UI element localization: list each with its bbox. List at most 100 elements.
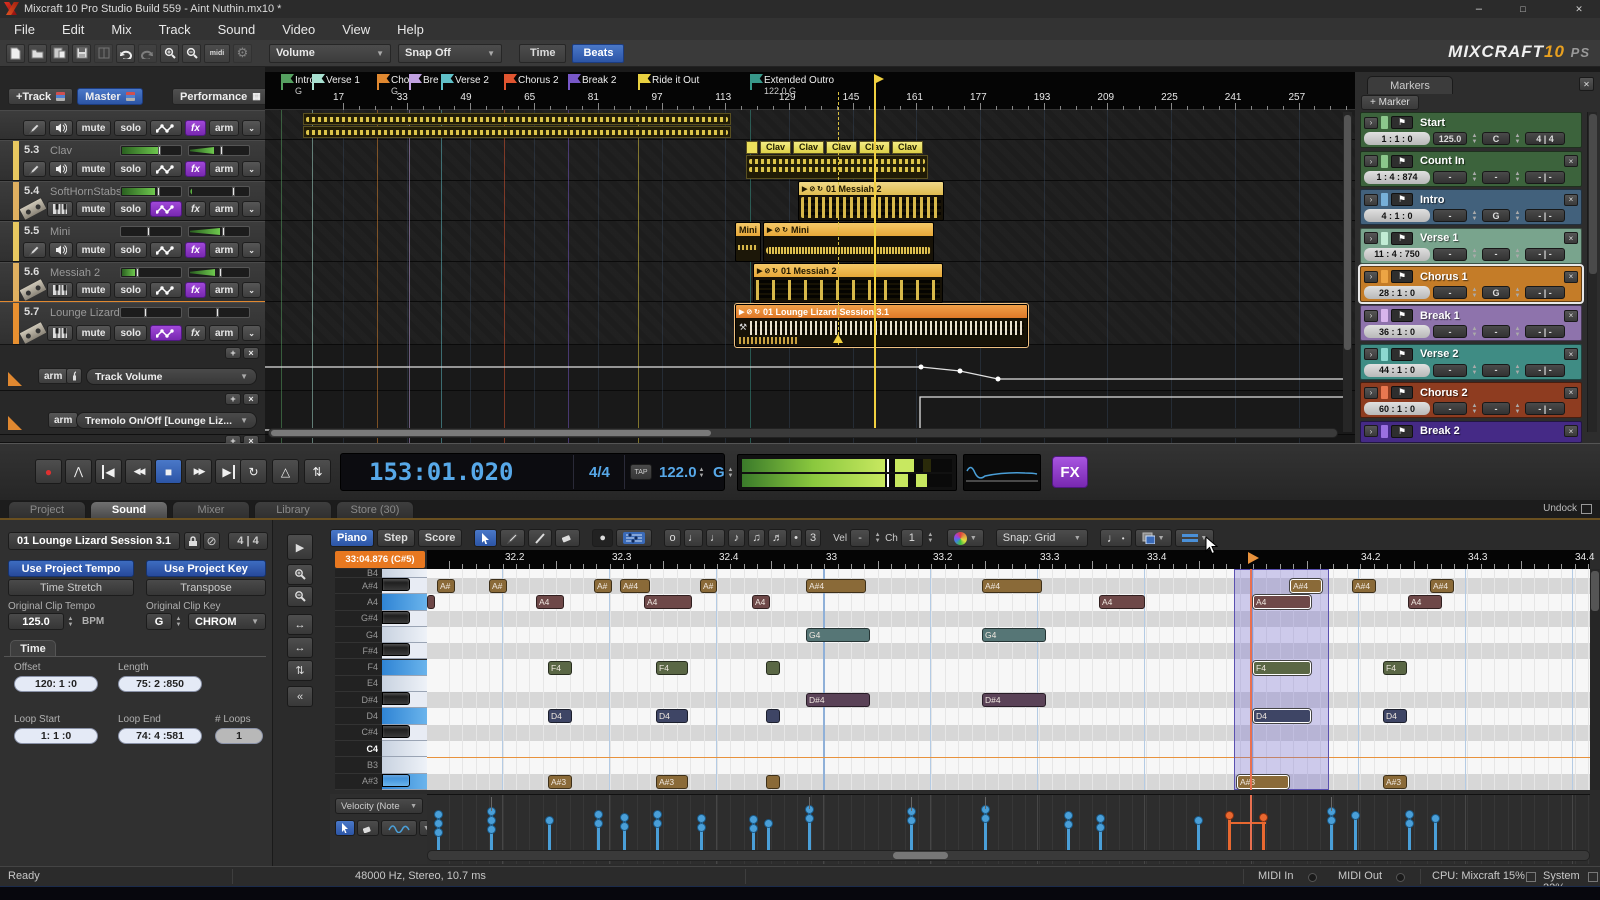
piano-key-C4[interactable]	[382, 741, 427, 757]
marker-tempo[interactable]: -	[1433, 171, 1467, 184]
midi-note-D#4[interactable]: D#4	[982, 693, 1046, 707]
arrange-h-scrollbar[interactable]	[268, 428, 1338, 438]
undock-button[interactable]: Undock	[1543, 503, 1592, 514]
tab-store30[interactable]: Store (30)	[336, 501, 414, 518]
speaker-icon[interactable]	[49, 161, 73, 177]
fx-button[interactable]: fx	[185, 161, 206, 177]
mute-button[interactable]: mute	[76, 120, 112, 136]
menu-video[interactable]: Video	[282, 22, 315, 37]
master-fx-button[interactable]: FX	[1052, 456, 1088, 488]
velocity-eraser-tool[interactable]	[357, 820, 379, 836]
midi-note-A#4[interactable]: A#4	[1430, 579, 1454, 593]
lane-add-icon[interactable]: +	[225, 393, 241, 405]
beats-mode-button[interactable]: Beats	[572, 44, 624, 63]
midi-note-A#4[interactable]: A#4	[620, 579, 650, 593]
midi-note-F4[interactable]: F4	[1253, 661, 1311, 675]
menu-file[interactable]: File	[14, 22, 35, 37]
use-project-tempo-button[interactable]: Use Project Tempo	[8, 560, 134, 577]
marker-key[interactable]: -	[1482, 248, 1510, 261]
marker-close-icon[interactable]: ×	[1564, 232, 1578, 244]
menu-sound[interactable]: Sound	[218, 22, 256, 37]
piano-key-G4[interactable]	[382, 627, 427, 643]
metronome-button[interactable]: △	[272, 459, 299, 484]
loop-start-field[interactable]: 1: 1 :0	[14, 728, 98, 744]
midi-note-A#[interactable]: A#	[700, 579, 717, 593]
marker-row-chorus-1[interactable]: ›⚑Chorus 1×28 : 1 : 0-▲▼G▲▼- | -	[1360, 266, 1582, 302]
close-button[interactable]: ✕	[1572, 3, 1586, 15]
mute-button[interactable]: mute	[76, 242, 112, 258]
time-signature[interactable]: 4/4	[589, 464, 610, 481]
rewind-button[interactable]: ◀◀	[125, 459, 152, 484]
arm-button[interactable]: arm	[209, 325, 239, 341]
marker-expand-icon[interactable]: ›	[1364, 232, 1378, 244]
length-field[interactable]: 75: 2 :850	[118, 676, 202, 692]
markers-tab[interactable]: Markers	[1367, 76, 1453, 94]
markers-close-icon[interactable]: ✕	[1579, 77, 1594, 91]
mute-clip-icon[interactable]: ⊘	[203, 532, 220, 550]
marker-close-icon[interactable]: ×	[1564, 425, 1578, 437]
menu-edit[interactable]: Edit	[62, 22, 84, 37]
piano-key-F4[interactable]	[382, 660, 427, 676]
clip-01-messiah-2[interactable]: ▶ ⊘ ↻01 Messiah 2	[753, 263, 943, 303]
velocity-curve-tool[interactable]	[381, 820, 417, 836]
midi-note-A4[interactable]: A4	[536, 595, 564, 609]
pr-note-dot-icon[interactable]: ●	[592, 529, 613, 547]
clip-mini[interactable]: ▶ ⊘ ↻Mini	[763, 222, 934, 262]
track-volume-slider[interactable]	[120, 145, 182, 156]
track-row-partial[interactable]: mutesolofxarm⌄	[0, 110, 265, 140]
menu-help[interactable]: Help	[397, 22, 424, 37]
pr-duration-5[interactable]: ♬	[768, 529, 787, 547]
pr-drum-grid-icon[interactable]	[616, 529, 652, 547]
redo-icon[interactable]	[138, 44, 157, 63]
loop-end-field[interactable]: 74: 4 :581	[118, 728, 202, 744]
arm-button[interactable]: arm	[209, 282, 239, 298]
midi-note-A#4[interactable]: A#4	[982, 579, 1042, 593]
piano-icon[interactable]	[47, 201, 73, 217]
midi-note-F4[interactable]: F4	[548, 661, 572, 675]
marker-position[interactable]: 36 : 1 : 0	[1364, 325, 1430, 338]
solo-button[interactable]: solo	[114, 120, 147, 136]
speaker-icon[interactable]	[49, 120, 73, 136]
mute-button[interactable]: mute	[76, 325, 112, 341]
pr-duration-4[interactable]: ♫	[748, 529, 765, 547]
pr-tab-step[interactable]: Step	[377, 529, 415, 547]
marker-position[interactable]: 44 : 1 : 0	[1364, 364, 1430, 377]
velocity-arrow-tool[interactable]	[335, 820, 355, 836]
midi-note-G4[interactable]: G4	[806, 628, 870, 642]
marker-flag-icon[interactable]: ⚑	[1391, 386, 1413, 399]
piano-key-E4[interactable]	[382, 676, 427, 692]
marker-key[interactable]: G	[1482, 209, 1510, 222]
midi-note-A#3[interactable]: A#3	[1383, 775, 1407, 789]
go-to-end-button[interactable]: ▶	[215, 459, 242, 484]
midi-note-A#3[interactable]: A#3	[656, 775, 688, 789]
arrange-area[interactable]: 1733496581971131291451611771932092252412…	[265, 72, 1355, 443]
lane-param-dropdown[interactable]: Track Volume▼	[86, 368, 257, 385]
automation-icon[interactable]	[150, 242, 182, 258]
track-pan-slider[interactable]	[188, 226, 250, 237]
key-value[interactable]: G	[713, 464, 725, 481]
lane-arm-button[interactable]: arm	[38, 368, 68, 384]
clav-cell[interactable]: Clav	[826, 141, 857, 154]
piano-key-A#4[interactable]	[382, 578, 427, 594]
tap-tempo-button[interactable]: TAP	[630, 464, 652, 480]
marker-tempo[interactable]: -	[1433, 248, 1467, 261]
marker-flag-icon[interactable]: ⚑	[1391, 309, 1413, 322]
clip-01-lounge-lizard-session-3-1[interactable]: ▶ ⊘ ↻01 Lounge Lizard Session 3.1⚒	[735, 304, 1028, 347]
arm-button[interactable]: arm	[209, 120, 239, 136]
save-icon[interactable]	[72, 44, 91, 63]
midi-note-A#4[interactable]: A#4	[1352, 579, 1376, 593]
marker-row-count-in[interactable]: ›⚑Count In×1 : 4 : 874-▲▼-▲▼- | -	[1360, 151, 1582, 187]
piano-key-A#3[interactable]	[382, 774, 427, 790]
marker-flag-icon[interactable]: ⚑	[1391, 116, 1413, 129]
orig-tempo-spinner[interactable]: ▲▼	[66, 615, 75, 628]
fx-button[interactable]: fx	[185, 325, 206, 341]
snap-dropdown[interactable]: Snap Off▼	[398, 44, 502, 63]
midi-note-F4[interactable]: F4	[656, 661, 688, 675]
piano-key-A4[interactable]	[382, 594, 427, 610]
marker-position[interactable]: 60 : 1 : 0	[1364, 402, 1430, 415]
marker-expand-icon[interactable]: ›	[1364, 425, 1378, 437]
fast-forward-button[interactable]: ▶▶	[185, 459, 212, 484]
zoom-in-icon[interactable]	[160, 44, 179, 63]
track-row-5.7[interactable]: 5.7Lounge Lizard...mutesolofxarm⌄	[0, 302, 265, 345]
marker-position[interactable]: 1 : 1 : 0	[1364, 132, 1430, 145]
